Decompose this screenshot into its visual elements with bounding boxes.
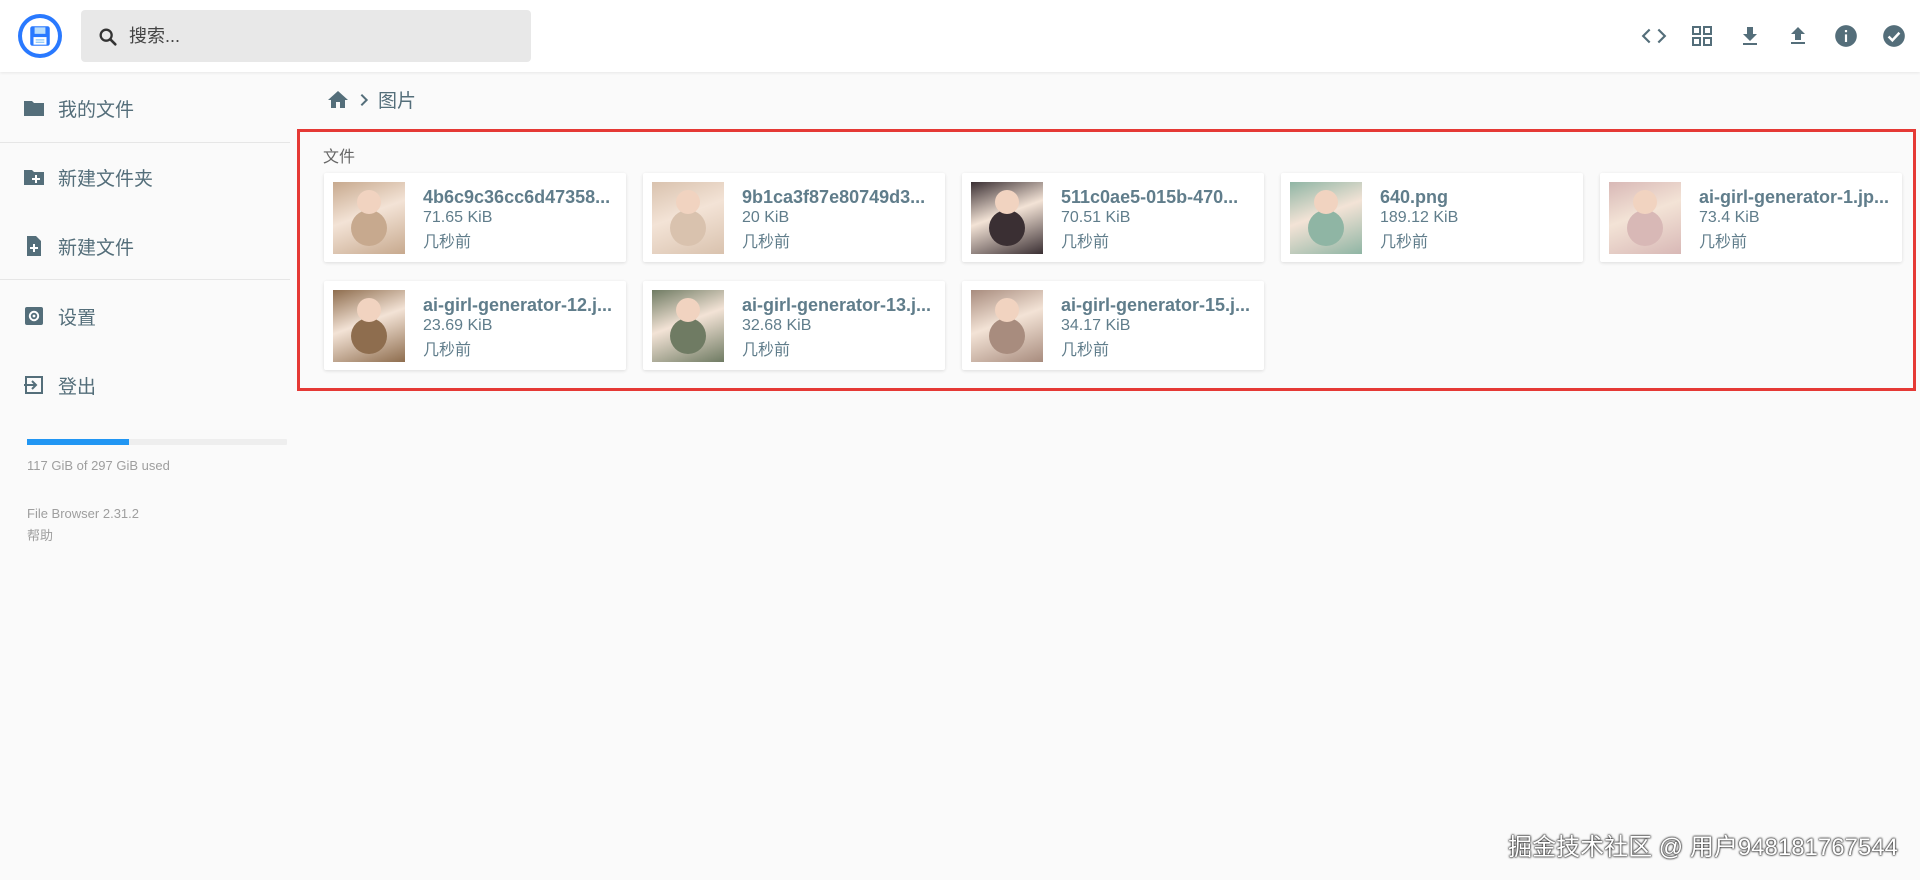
header-actions	[1620, 22, 1908, 50]
search-box[interactable]	[81, 10, 531, 62]
sidebar-item-label: 我的文件	[58, 99, 135, 121]
download-icon[interactable]	[1736, 22, 1764, 50]
storage-usage-text: 117 GiB of 297 GiB used	[27, 458, 170, 473]
sidebar-item-label: 设置	[58, 307, 97, 329]
thumbnail-figure	[357, 190, 381, 214]
files-section-label: 文件	[323, 149, 356, 166]
folder-icon	[22, 96, 46, 120]
thumbnail-figure	[995, 190, 1019, 214]
watermark-text: 掘金技术社区 @ 用户948181767544	[1508, 834, 1898, 861]
sidebar-item-my-files[interactable]: 我的文件	[0, 82, 290, 134]
file-name: ai-girl-generator-13.j...	[742, 295, 932, 315]
file-card[interactable]: ai-girl-generator-12.j... 23.69 KiB 几秒前	[324, 281, 626, 370]
image-thumbnail	[971, 182, 1043, 254]
search-icon	[97, 26, 119, 53]
file-size: 32.68 KiB	[742, 317, 812, 334]
image-thumbnail	[1609, 182, 1681, 254]
search-input[interactable]	[129, 10, 519, 62]
file-modified: 几秒前	[423, 342, 472, 359]
file-modified: 几秒前	[1699, 234, 1748, 251]
file-modified: 几秒前	[1380, 234, 1429, 251]
file-modified: 几秒前	[1061, 342, 1110, 359]
file-modified: 几秒前	[1061, 234, 1110, 251]
breadcrumb: 图片	[326, 86, 416, 113]
image-thumbnail	[333, 182, 405, 254]
file-name: ai-girl-generator-1.jp...	[1699, 187, 1890, 207]
image-thumbnail	[333, 290, 405, 362]
new-folder-icon	[22, 165, 46, 189]
file-name: 4b6c9c36cc6d47358...	[423, 187, 611, 207]
file-card[interactable]: 511c0ae5-015b-470... 70.51 KiB 几秒前	[962, 173, 1264, 262]
file-name: 511c0ae5-015b-470...	[1061, 187, 1239, 207]
file-name: 640.png	[1380, 187, 1449, 207]
file-modified: 几秒前	[742, 234, 791, 251]
help-link[interactable]: 帮助	[27, 525, 53, 544]
sidebar-divider	[0, 279, 290, 280]
image-thumbnail	[652, 182, 724, 254]
chevron-right-icon	[356, 92, 372, 108]
file-card[interactable]: 640.png 189.12 KiB 几秒前	[1281, 173, 1583, 262]
file-name: ai-girl-generator-15.j...	[1061, 295, 1251, 315]
image-thumbnail	[652, 290, 724, 362]
code-icon[interactable]	[1640, 22, 1668, 50]
breadcrumb-current[interactable]: 图片	[378, 86, 416, 113]
file-card[interactable]: ai-girl-generator-15.j... 34.17 KiB 几秒前	[962, 281, 1264, 370]
file-size: 73.4 KiB	[1699, 209, 1760, 226]
file-card[interactable]: 9b1ca3f87e80749d3... 20 KiB 几秒前	[643, 173, 945, 262]
file-card[interactable]: ai-girl-generator-1.jp... 73.4 KiB 几秒前	[1600, 173, 1902, 262]
thumbnail-figure	[676, 298, 700, 322]
sidebar-item-label: 新建文件夹	[58, 168, 154, 190]
file-modified: 几秒前	[423, 234, 472, 251]
sidebar-item-new-folder[interactable]: 新建文件夹	[0, 151, 290, 203]
storage-usage-fill	[27, 439, 130, 445]
file-size: 70.51 KiB	[1061, 209, 1131, 226]
info-icon[interactable]	[1832, 22, 1860, 50]
sidebar-item-logout[interactable]: 登出	[0, 359, 290, 411]
thumbnail-figure	[1314, 190, 1338, 214]
thumbnail-figure	[357, 298, 381, 322]
sidebar-item-label: 登出	[58, 376, 97, 398]
home-icon[interactable]	[326, 88, 350, 112]
floppy-disk-icon	[22, 18, 58, 54]
file-card[interactable]: 4b6c9c36cc6d47358... 71.65 KiB 几秒前	[324, 173, 626, 262]
top-bar	[0, 0, 1920, 72]
app-logo[interactable]	[18, 14, 62, 58]
file-name: 9b1ca3f87e80749d3...	[742, 187, 926, 207]
grid-view-icon[interactable]	[1688, 22, 1716, 50]
file-card[interactable]: ai-girl-generator-13.j... 32.68 KiB 几秒前	[643, 281, 945, 370]
upload-icon[interactable]	[1784, 22, 1812, 50]
thumbnail-figure	[676, 190, 700, 214]
image-thumbnail	[1290, 182, 1362, 254]
file-size: 23.69 KiB	[423, 317, 493, 334]
settings-icon	[22, 304, 46, 328]
check-circle-icon[interactable]	[1880, 22, 1908, 50]
file-size: 34.17 KiB	[1061, 317, 1131, 334]
file-size: 20 KiB	[742, 209, 790, 226]
storage-usage-bar	[27, 439, 287, 445]
sidebar-item-label: 新建文件	[58, 237, 135, 259]
new-file-icon	[22, 234, 46, 258]
file-size: 71.65 KiB	[423, 209, 493, 226]
sidebar-item-new-file[interactable]: 新建文件	[0, 220, 290, 272]
sidebar: 我的文件 新建文件夹 新建文件 设置 登出 117 GiB of 297 GiB…	[0, 72, 290, 880]
file-modified: 几秒前	[742, 342, 791, 359]
logout-icon	[22, 373, 46, 397]
image-thumbnail	[971, 290, 1043, 362]
sidebar-divider	[0, 142, 290, 143]
file-size: 189.12 KiB	[1380, 209, 1459, 226]
thumbnail-figure	[1633, 190, 1657, 214]
sidebar-item-settings[interactable]: 设置	[0, 290, 290, 342]
file-name: ai-girl-generator-12.j...	[423, 295, 613, 315]
thumbnail-figure	[995, 298, 1019, 322]
version-text: File Browser 2.31.2	[27, 506, 139, 521]
